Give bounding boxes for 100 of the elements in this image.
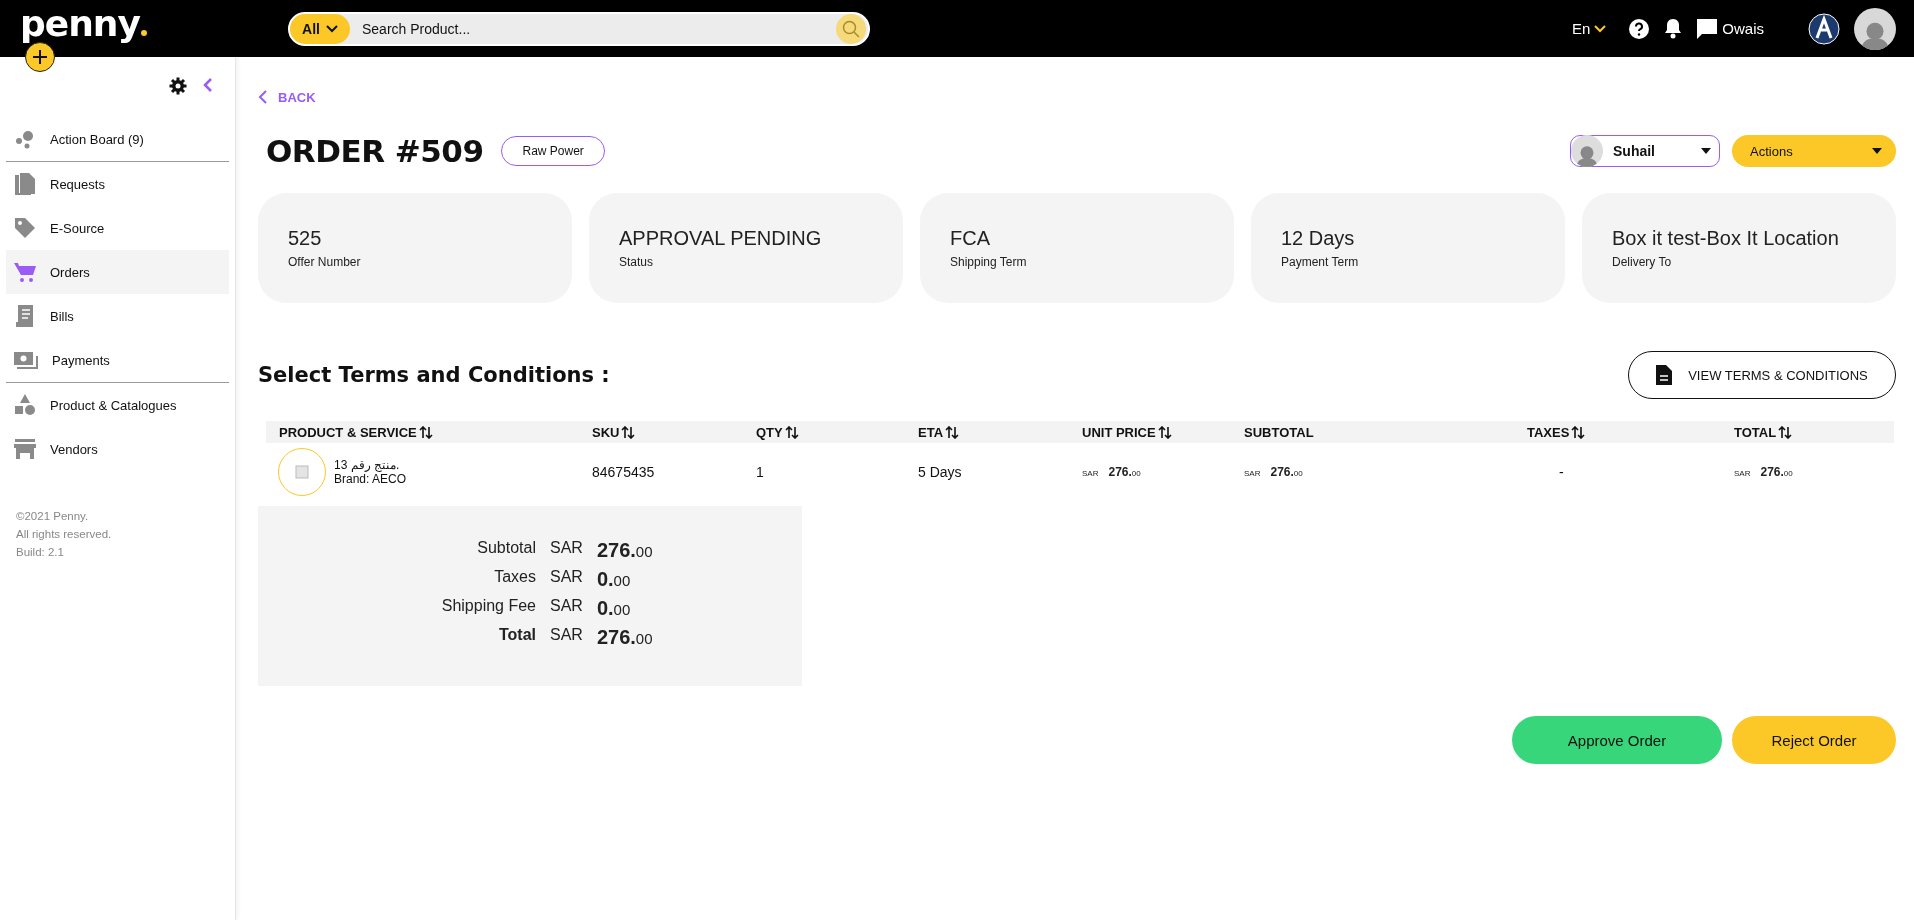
price-amount: 276.00	[1270, 464, 1303, 479]
card-value: APPROVAL PENDING	[619, 227, 823, 250]
column-header[interactable]: QTY	[756, 424, 783, 440]
user-avatar[interactable]	[1854, 7, 1896, 50]
search-field[interactable]: All Search Product...	[288, 11, 870, 46]
shapes-icon	[14, 394, 36, 416]
sort-icon[interactable]	[418, 425, 433, 439]
currency-label: SAR	[1082, 468, 1099, 478]
documents-icon	[14, 173, 36, 195]
receipt-icon	[14, 305, 36, 327]
collapse-button[interactable]	[203, 77, 213, 93]
column-header[interactable]: TOTAL	[1734, 424, 1777, 440]
table-cell-text: 1	[756, 463, 765, 480]
sidebar-item[interactable]: Vendors	[6, 427, 229, 471]
plus-icon	[32, 49, 48, 65]
price-amount: 276.00	[1760, 464, 1793, 479]
settings-icon[interactable]	[169, 77, 187, 95]
chevron-left-icon	[258, 89, 268, 105]
summary-amount: 276.00	[596, 626, 654, 649]
search-icon	[842, 19, 860, 38]
approve-button[interactable]: Approve Order	[1512, 716, 1722, 764]
sidebar-item[interactable]: Action Board (9)	[6, 117, 229, 161]
company-logo-icon[interactable]	[1808, 12, 1840, 45]
footer-text: All rights reserved.	[16, 527, 113, 542]
card-value: Box it test-Box It Location	[1612, 227, 1840, 250]
dots-icon	[14, 129, 36, 149]
currency-label: SAR	[550, 626, 583, 645]
document-icon	[1656, 365, 1673, 385]
reject-button[interactable]: Reject Order	[1732, 716, 1896, 764]
view-terms-button[interactable]: VIEW TERMS & CONDITIONS	[1628, 351, 1896, 399]
chevron-down-icon	[1594, 24, 1607, 33]
summary-label: Taxes	[493, 568, 536, 587]
card-label: Delivery To	[1612, 255, 1673, 269]
actions-dropdown[interactable]: Actions	[1732, 135, 1896, 167]
penny-logo[interactable]: penny	[20, 5, 250, 42]
sidebar-item[interactable]: Bills	[6, 294, 229, 338]
currency-label: SAR	[550, 597, 583, 616]
card-label: Payment Term	[1281, 255, 1360, 269]
sidebar-item-label: Bills	[50, 308, 74, 324]
image-placeholder-icon	[295, 464, 309, 479]
sort-icon[interactable]	[621, 425, 636, 439]
table-cell-text: -	[1558, 463, 1565, 480]
help-icon[interactable]	[1628, 17, 1651, 40]
summary-amount: 0.00	[596, 568, 632, 591]
bell-icon[interactable]	[1664, 18, 1683, 39]
summary-amount: 276.00	[596, 539, 654, 562]
column-header[interactable]: SUBTOTAL	[1244, 424, 1314, 440]
sort-icon[interactable]	[1778, 425, 1793, 439]
gear-icon	[169, 77, 187, 95]
chevron-left-icon	[203, 77, 213, 93]
back-link[interactable]: BACK	[258, 89, 316, 105]
column-header[interactable]: UNIT PRICE	[1082, 424, 1156, 440]
card-value: 525	[288, 227, 323, 250]
card-value: 12 Days	[1281, 227, 1356, 250]
search-button[interactable]	[836, 13, 866, 44]
price-amount: 276.00	[1108, 464, 1141, 479]
summary-label: Subtotal	[476, 539, 536, 558]
card-label: Status	[619, 255, 655, 269]
sidebar-item-label: Orders	[50, 264, 90, 280]
category-dropdown[interactable]: All	[290, 13, 350, 44]
sidebar-item-label: Action Board (9)	[50, 131, 144, 147]
sort-icon[interactable]	[1157, 425, 1172, 439]
add-button[interactable]	[25, 42, 55, 72]
section-heading: Select Terms and Conditions :	[258, 363, 610, 387]
card-label: Offer Number	[288, 255, 362, 269]
column-header[interactable]: TAXES	[1527, 424, 1570, 440]
caret-icon	[1701, 148, 1711, 154]
sidebar-item[interactable]: E-Source	[6, 206, 229, 250]
user-name[interactable]: Owais	[1722, 20, 1764, 37]
column-header[interactable]: PRODUCT & SERVICE	[279, 424, 417, 440]
chevron-down-icon	[325, 24, 338, 33]
footer-text: Build: 2.1	[16, 545, 65, 560]
sidebar-item-label: Vendors	[50, 441, 98, 457]
sidebar-item-label: Requests	[50, 176, 105, 192]
card-label: Shipping Term	[950, 255, 1028, 269]
currency-label: SAR	[550, 568, 583, 587]
chat-icon[interactable]	[1696, 17, 1719, 40]
sidebar-item[interactable]: Requests	[6, 162, 229, 206]
sort-icon[interactable]	[945, 425, 960, 439]
sidebar-item[interactable]: Orders	[6, 250, 229, 294]
sort-icon[interactable]	[784, 425, 799, 439]
card-value: FCA	[950, 227, 991, 250]
order-title: ORDER #509	[266, 133, 484, 169]
table-cell-text: 5 Days	[918, 463, 963, 480]
table-cell-text: 84675435	[592, 463, 656, 480]
assignee-dropdown[interactable]: Suhail	[1570, 135, 1720, 167]
caret-icon	[1872, 148, 1882, 154]
currency-label: SAR	[1244, 468, 1261, 478]
summary-label: Shipping Fee	[440, 597, 536, 616]
tag-icon	[14, 217, 36, 239]
column-header[interactable]: ETA	[918, 424, 944, 440]
sidebar-item[interactable]: Payments	[6, 338, 229, 382]
sidebar-item-label: Payments	[52, 352, 110, 368]
sidebar-item[interactable]: Product & Catalogues	[6, 383, 229, 427]
column-header[interactable]: SKU	[592, 424, 620, 440]
product-brand: Brand: AECO	[334, 471, 407, 486]
language-selector[interactable]: En	[1571, 20, 1607, 37]
sort-icon[interactable]	[1571, 425, 1586, 439]
product-name: منتج رقم 13.	[334, 457, 401, 472]
summary-label: Total	[497, 626, 536, 645]
